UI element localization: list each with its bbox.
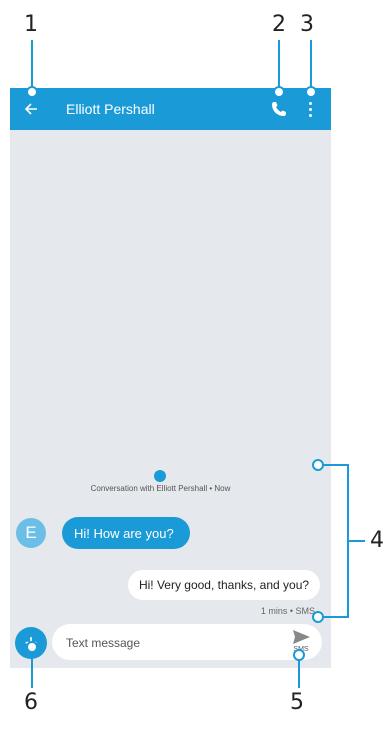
callout-line-3 bbox=[310, 40, 312, 92]
more-vert-icon bbox=[308, 101, 312, 105]
message-input[interactable] bbox=[64, 633, 268, 653]
incoming-message[interactable]: Hi! How are you? bbox=[62, 517, 190, 549]
callout-dot-4a bbox=[312, 459, 324, 471]
callout-1: 1 bbox=[24, 12, 38, 37]
callout-5: 5 bbox=[290, 690, 304, 715]
more-options-button[interactable] bbox=[304, 99, 316, 119]
compose-bar: SMS bbox=[52, 624, 322, 660]
callout-dot-1 bbox=[26, 86, 38, 98]
callout-2: 2 bbox=[272, 12, 286, 37]
callout-4: 4 bbox=[370, 528, 384, 553]
send-icon bbox=[293, 630, 310, 644]
call-button[interactable] bbox=[268, 98, 290, 120]
callout-dot-3 bbox=[305, 86, 317, 98]
message-timestamp: 1 mins • SMS bbox=[260, 606, 315, 616]
callout-line-1 bbox=[31, 40, 33, 92]
callout-3: 3 bbox=[300, 12, 314, 37]
callout-dot-4b bbox=[312, 611, 324, 623]
info-icon bbox=[154, 470, 166, 482]
back-button[interactable] bbox=[20, 99, 42, 119]
back-arrow-icon bbox=[24, 103, 37, 115]
avatar[interactable]: E bbox=[16, 518, 46, 548]
callout-dot-2 bbox=[273, 86, 285, 98]
conversation-info: Conversation with Elliott Pershall • Now bbox=[90, 484, 231, 493]
phone-screen: Elliott Pershall Conversation with Ellio… bbox=[10, 88, 331, 668]
callout-line-2 bbox=[278, 40, 280, 92]
phone-icon bbox=[272, 102, 286, 116]
contact-name: Elliott Pershall bbox=[66, 101, 155, 117]
callout-6: 6 bbox=[24, 690, 38, 715]
callout-dot-5 bbox=[293, 649, 305, 661]
outgoing-message[interactable]: Hi! Very good, thanks, and you? bbox=[128, 570, 320, 600]
callout-line-4-tab bbox=[349, 540, 365, 542]
callout-dot-6 bbox=[26, 641, 38, 653]
